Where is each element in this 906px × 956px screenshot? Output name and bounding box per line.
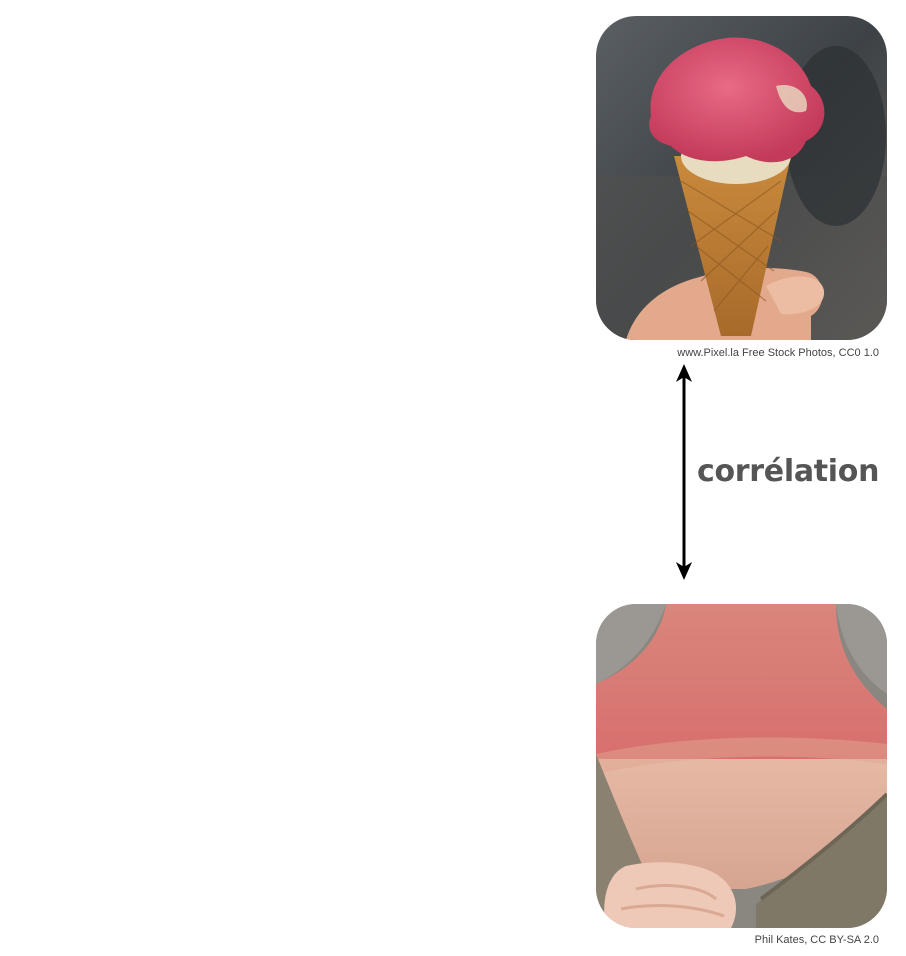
correlation-label: corrélation: [697, 454, 880, 489]
double-arrow-icon: [676, 364, 692, 580]
ice-cream-photo: [596, 16, 887, 340]
sunburn-photo: [596, 604, 887, 928]
photo-credit-top: www.Pixel.la Free Stock Photos, CC0 1.0: [677, 347, 879, 359]
photo-credit-bottom: Phil Kates, CC BY-SA 2.0: [754, 934, 879, 946]
